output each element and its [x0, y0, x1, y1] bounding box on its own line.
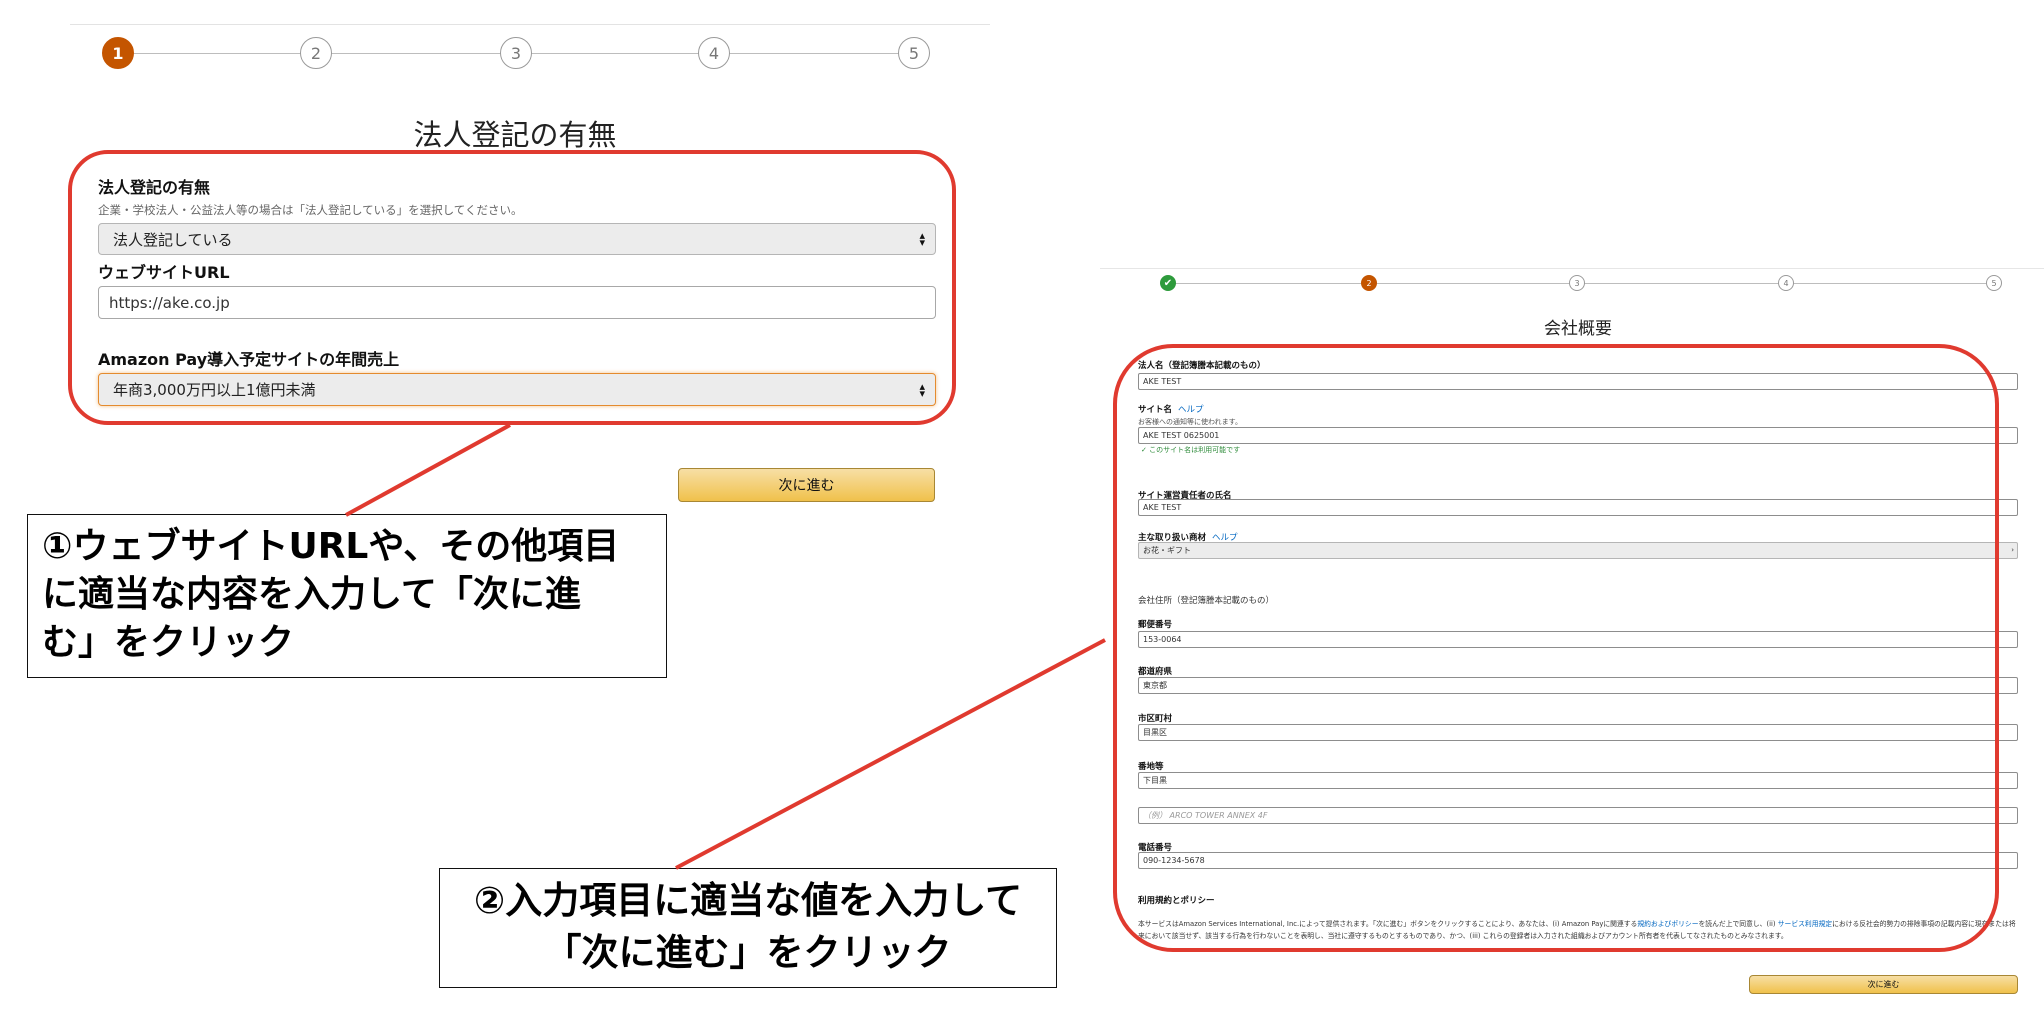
callout-1-line-1: ①ウェブサイトURLや、その他項目: [42, 526, 620, 567]
step-3-indicator: 3: [1569, 275, 1585, 291]
right-page-title: 会社概要: [1544, 319, 1612, 339]
step-5-indicator: 5: [1986, 275, 2002, 291]
connector-line-2: [675, 638, 1106, 870]
connector-line-1: [345, 423, 511, 517]
step-4-indicator: 4: [698, 37, 730, 69]
step-1-indicator: 1: [102, 37, 134, 69]
right-highlight-box: [1113, 344, 1999, 952]
right-top-divider: [1100, 268, 2044, 269]
callout-1-line-2: に適当な内容を入力して「次に進: [42, 574, 581, 615]
callout-2-line-2: 「次に進む」をクリック: [544, 931, 952, 974]
step-1-check-icon: ✔: [1160, 275, 1176, 291]
callout-1-line-3: む」をクリック: [42, 622, 295, 663]
step-4-indicator: 4: [1778, 275, 1794, 291]
right-progress-stepper: ✔ 2 3 4 5: [1160, 274, 2002, 292]
step-2-indicator: 2: [1361, 275, 1377, 291]
callout-step-2: ②入力項目に適当な値を入力して 「次に進む」をクリック: [439, 868, 1057, 988]
left-progress-stepper: 1 2 3 4 5: [102, 36, 930, 70]
left-page-title: 法人登記の有無: [413, 118, 617, 152]
callout-2-line-1: ②入力項目に適当な値を入力して: [473, 879, 1023, 922]
left-next-button[interactable]: 次に進む: [678, 468, 935, 502]
left-top-divider: [70, 24, 990, 25]
callout-step-1: ①ウェブサイトURLや、その他項目 に適当な内容を入力して「次に進 む」をクリッ…: [27, 514, 667, 678]
right-next-button[interactable]: 次に進む: [1749, 975, 2018, 994]
select-arrows-icon: ›: [2011, 546, 2014, 554]
step-3-indicator: 3: [500, 37, 532, 69]
left-highlight-box: [68, 150, 956, 425]
step-5-indicator: 5: [898, 37, 930, 69]
step-2-indicator: 2: [300, 37, 332, 69]
